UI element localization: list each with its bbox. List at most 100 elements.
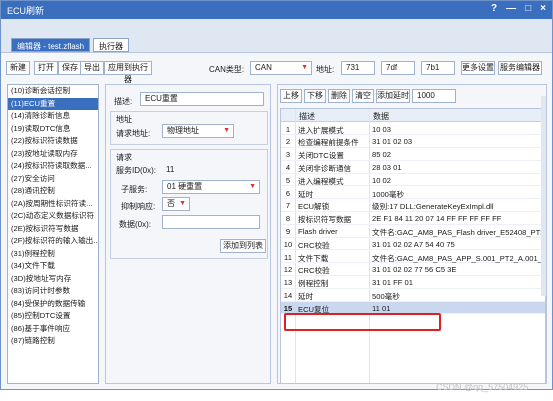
can-type-value: CAN [255,63,272,72]
title-bar: ECU刷新 ? — □ × [1,1,552,19]
address-input-2[interactable]: 7df [381,61,415,75]
service-id-label: 服务ID(0x): [116,166,156,175]
chevron-down-icon: ▼ [179,200,186,207]
move-down-button[interactable]: 下移 [304,89,326,103]
chevron-down-icon: ▼ [223,127,230,134]
table-row[interactable]: 11 文件下载 文件名:GAC_AM8_PAS_APP_S.001_PT2_A.00… [281,251,545,264]
sidebar-item-87[interactable]: (87)链路控制 [8,335,98,348]
table-row-selected[interactable]: 15 ECU复位 11 01 [281,301,545,315]
address-input-3[interactable]: 7b1 [421,61,455,75]
vertical-scrollbar[interactable] [541,96,546,296]
add-delay-button[interactable]: 添加延时 [376,89,410,103]
window-controls: ? — □ × [491,3,546,14]
table-row[interactable]: 14 延时 500毫秒 [281,289,545,302]
export-button[interactable]: 导出 [80,61,104,75]
more-settings-button[interactable]: 更多设置 [461,61,495,75]
service-form: 描述: ECU重置 地址 请求地址: 物理地址 ▼ 请求 服务ID(0x): 1… [105,84,271,384]
table-row[interactable]: 4 关闭非诊断通信 28 03 01 [281,161,545,174]
tab-editor[interactable]: 编辑器 - test.zflash [11,38,91,52]
row-desc: ECU解锁 [298,202,330,212]
maximize-icon[interactable]: □ [525,3,531,14]
row-data: 31 01 02 02 A7 54 40 75 [372,239,455,249]
suppress-label: 抑制响应: [121,202,156,211]
move-up-button[interactable]: 上移 [280,89,302,103]
table-row[interactable]: 1 进入扩展模式 10 03 [281,123,545,136]
sidebar-item-23[interactable]: (23)按地址读取内存 [8,148,98,161]
help-icon[interactable]: ? [491,3,497,14]
row-data: 31 01 02 02 77 56 C5 3E [372,265,457,275]
minimize-icon[interactable]: — [506,3,516,14]
table-row[interactable]: 12 CRC校验 31 01 02 02 77 56 C5 3E [281,263,545,277]
tabs-bar: 编辑器 - test.zflash 执行器 [1,19,552,53]
sidebar-item-22[interactable]: (22)按标识符读数据 [8,135,98,148]
row-desc: 关闭非诊断通信 [298,163,352,173]
tab-executor[interactable]: 执行器 [93,38,129,52]
sidebar-item-11[interactable]: (11)ECU重置 [8,97,98,110]
sidebar-item-10[interactable]: (10)诊断会话控制 [8,85,98,98]
table-row[interactable]: 3 关闭DTC设置 85 02 [281,148,545,161]
request-addr-value: 物理地址 [167,126,199,135]
address-input-1[interactable]: 731 [341,61,375,75]
row-index: 3 [285,150,291,160]
sidebar-item-31[interactable]: (31)例程控制 [8,248,98,261]
data-input[interactable] [162,215,260,229]
open-button[interactable]: 打开 [34,61,58,75]
table-row[interactable]: 6 延时 1000毫秒 [281,187,545,200]
row-index: 11 [284,252,292,262]
sidebar-item-19[interactable]: (19)读取DTC信息 [8,123,98,136]
row-data: 500毫秒 [372,291,400,301]
add-to-list-button[interactable]: 添加到列表 [220,239,266,253]
new-button[interactable]: 新建 [6,61,30,75]
sidebar-item-2c[interactable]: (2C)动态定义数据标识符 [8,210,98,223]
address-label: 地址: [316,65,335,74]
table-row[interactable]: 5 进入编程模式 10 02 [281,174,545,187]
row-desc: CRC校验 [298,266,330,276]
sidebar-item-24[interactable]: (24)按标识符读取数据... [8,160,98,173]
sidebar-item-34[interactable]: (34)文件下载 [8,260,98,273]
request-addr-label: 请求地址: [116,129,151,138]
table-row[interactable]: 2 检查编程前提条件 31 01 02 03 [281,135,545,149]
row-desc: 延时 [298,189,314,199]
ecu-flash-window: ECU刷新 ? — □ × 编辑器 - test.zflash 执行器 新建 打… [0,0,553,390]
delete-button[interactable]: 删除 [328,89,350,103]
row-index: 12 [283,265,293,275]
row-index: 1 [285,124,291,134]
row-desc: ECU复位 [298,304,330,314]
sidebar-item-86[interactable]: (86)基于事件响应 [8,323,98,336]
chevron-down-icon: ▼ [249,183,256,190]
row-index: 13 [283,278,293,288]
suppress-select[interactable]: 否 ▼ [162,197,190,211]
sidebar-item-3d[interactable]: (3D)按地址写内存 [8,273,98,286]
table-row[interactable]: 9 Flash driver 文件名:GAC_AM8_PAS_Flash drive… [281,225,545,238]
sidebar-item-2e[interactable]: (2E)按标识符写数据 [8,223,98,236]
sidebar-item-27[interactable]: (27)安全访问 [8,173,98,186]
row-desc: 进入编程模式 [298,176,344,186]
table-row[interactable]: 10 CRC校验 31 01 02 02 A7 54 40 75 [281,238,545,251]
subservice-select[interactable]: 01 硬重置 ▼ [162,180,260,194]
delay-input[interactable]: 1000 [412,89,456,103]
sidebar-item-83[interactable]: (83)访问计时参数 [8,285,98,298]
clear-button[interactable]: 清空 [352,89,374,103]
sidebar-item-2a[interactable]: (2A)按周期性标识符读... [8,198,98,211]
address-group-label: 地址 [116,115,132,124]
row-desc: 关闭DTC设置 [298,151,344,161]
service-editor-button[interactable]: 服务编辑器 [498,61,542,75]
save-button[interactable]: 保存 [58,61,82,75]
sidebar-item-14[interactable]: (14)清除诊断信息 [8,110,98,123]
can-type-select[interactable]: CAN ▼ [250,61,312,75]
sidebar-item-85[interactable]: (85)控制DTC设置 [8,310,98,323]
row-data: 11 01 [372,303,391,313]
table-row[interactable]: 13 例程控制 31 01 FF 01 [281,276,545,289]
sidebar-item-28[interactable]: (28)通讯控制 [8,185,98,198]
request-addr-select[interactable]: 物理地址 ▼ [162,124,234,138]
close-icon[interactable]: × [540,3,546,14]
desc-input[interactable]: ECU重置 [140,92,264,106]
row-index: 4 [285,162,291,172]
sidebar-item-2f[interactable]: (2F)按标识符的输入输出... [8,235,98,248]
subservice-value: 01 硬重置 [167,182,203,191]
sidebar-item-84[interactable]: (84)受保护的数据传输 [8,298,98,311]
request-group-label: 请求 [116,153,132,162]
apply-to-executor-button[interactable]: 应用到执行器 [104,61,152,84]
table-row[interactable]: 7 ECU解锁 级别:17 DLL:GenerateKeyExImpl.dll [281,199,545,213]
table-row[interactable]: 8 按标识符写数据 2E F1 84 11 20 07 14 FF FF FF FF… [281,212,545,225]
